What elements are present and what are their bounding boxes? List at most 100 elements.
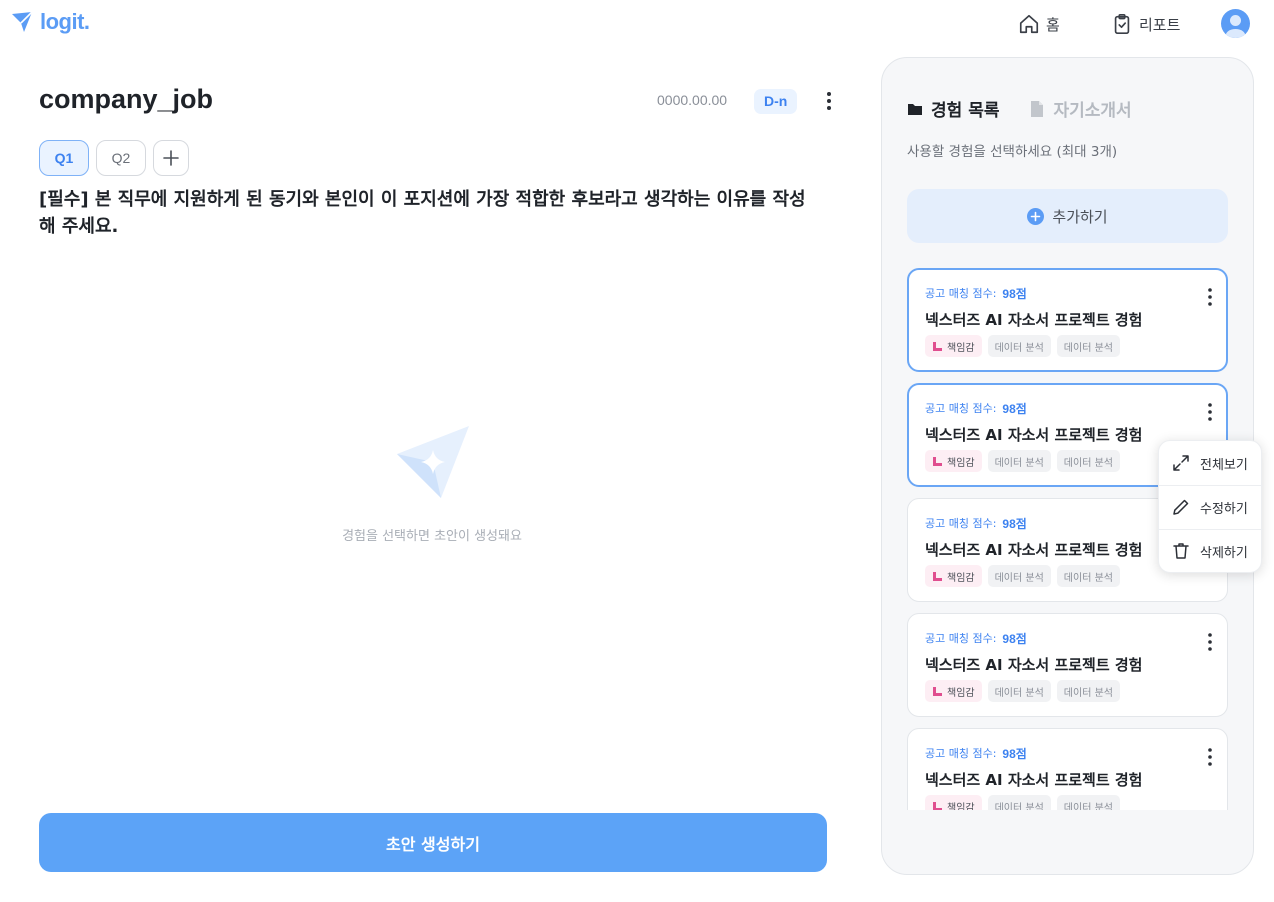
- bar-chart-icon: [933, 801, 942, 810]
- tag: 책임감: [925, 335, 982, 357]
- menu-item-label: 전체보기: [1200, 457, 1248, 473]
- tag-label: 책임감: [947, 572, 975, 584]
- logo-icon: [12, 11, 33, 32]
- tag-label: 책임감: [947, 342, 975, 354]
- match-score-value: 98점: [1002, 747, 1027, 761]
- nav-report-label: 리포트: [1139, 15, 1181, 34]
- match-score-label: 공고 매칭 점수:: [925, 632, 997, 645]
- empty-state-text: 경험을 선택하면 초안이 생성돼요: [342, 529, 522, 544]
- tag: 데이터 분석: [987, 565, 1051, 587]
- logo[interactable]: logit.: [10, 9, 90, 35]
- experience-title: 넥스터즈 AI 자소서 프로젝트 경험: [925, 541, 1143, 559]
- tag: 데이터 분석: [1056, 335, 1120, 357]
- bar-chart-icon: [933, 571, 942, 581]
- add-question-button[interactable]: [153, 140, 189, 176]
- folder-icon: [908, 103, 922, 115]
- tag-list: 책임감 데이터 분석 데이터 분석: [925, 335, 1120, 357]
- add-experience-button[interactable]: 추가하기: [907, 189, 1228, 243]
- add-experience-label: 추가하기: [1052, 207, 1108, 226]
- menu-item-label: 수정하기: [1200, 501, 1248, 517]
- tag-list: 책임감 데이터 분석 데이터 분석: [925, 450, 1120, 472]
- tag: 책임감: [925, 565, 982, 587]
- menu-item-delete[interactable]: 삭제하기: [1159, 529, 1263, 573]
- tab-experience-label: 경험 목록: [931, 101, 1000, 121]
- panel-hint: 사용할 경험을 선택하세요 (최대 3개): [907, 144, 1118, 160]
- tag: 책임감: [925, 450, 982, 472]
- generate-draft-button[interactable]: 초안 생성하기: [39, 813, 827, 872]
- paper-plane-icon: [397, 426, 469, 498]
- dday-badge: D-n: [754, 89, 798, 114]
- panel-tabs: 경험 목록 자기소개서: [907, 96, 1132, 121]
- tag: 데이터 분석: [987, 335, 1051, 357]
- tag-list: 책임감 데이터 분석 데이터 분석: [925, 795, 1120, 810]
- clipboard-check-icon: [1114, 14, 1130, 34]
- bar-chart-icon: [933, 341, 942, 351]
- kebab-icon: [827, 92, 831, 110]
- match-score-value: 98점: [1002, 517, 1027, 531]
- experience-card[interactable]: 공고 매칭 점수: 98점 넥스터즈 AI 자소서 프로젝트 경험 책임감 데이…: [907, 728, 1228, 810]
- tab-experience-list[interactable]: 경험 목록: [907, 96, 999, 121]
- match-score-label: 공고 매칭 점수:: [925, 402, 997, 415]
- expand-icon: [1173, 455, 1189, 471]
- top-bar: logit. 홈 리포트: [0, 0, 1274, 46]
- pencil-icon: [1173, 499, 1189, 515]
- home-icon: [1019, 14, 1039, 34]
- experience-title: 넥스터즈 AI 자소서 프로젝트 경험: [925, 311, 1143, 329]
- menu-item-view-all[interactable]: 전체보기: [1159, 441, 1263, 485]
- tab-q2[interactable]: Q2: [96, 140, 146, 176]
- nav-home-label: 홈: [1046, 15, 1060, 34]
- plus-circle-icon: [1027, 207, 1045, 225]
- trash-icon: [1173, 543, 1189, 559]
- tag: 데이터 분석: [1056, 450, 1120, 472]
- bar-chart-icon: [933, 456, 942, 466]
- match-score-label: 공고 매칭 점수:: [925, 517, 997, 530]
- question-tabs: Q1 Q2: [39, 140, 189, 176]
- bar-chart-icon: [933, 686, 942, 696]
- match-score-label: 공고 매칭 점수:: [925, 287, 997, 300]
- document-icon: [1031, 100, 1044, 117]
- avatar[interactable]: [1221, 9, 1250, 38]
- tab-cover-letter[interactable]: 자기소개서: [1029, 96, 1132, 121]
- menu-item-edit[interactable]: 수정하기: [1159, 485, 1263, 529]
- tag-label: 책임감: [947, 687, 975, 699]
- tab-cover-letter-label: 자기소개서: [1053, 101, 1132, 121]
- match-score: 공고 매칭 점수: 98점: [925, 400, 1027, 417]
- match-score: 공고 매칭 점수: 98점: [925, 285, 1027, 302]
- tag-label: 책임감: [947, 457, 975, 469]
- question-text: [필수] 본 직무에 지원하게 된 동기와 본인이 이 포지션에 가장 적합한 …: [39, 189, 806, 237]
- plus-icon: [163, 150, 179, 166]
- card-menu-icon[interactable]: [1201, 747, 1219, 767]
- nav-home[interactable]: 홈: [1018, 13, 1060, 35]
- match-score-value: 98점: [1002, 402, 1027, 416]
- tag: 데이터 분석: [987, 795, 1051, 810]
- tag: 데이터 분석: [987, 450, 1051, 472]
- page-title: company_job: [39, 84, 214, 114]
- match-score: 공고 매칭 점수: 98점: [925, 515, 1027, 532]
- experience-title: 넥스터즈 AI 자소서 프로젝트 경험: [925, 656, 1143, 674]
- experience-card[interactable]: 공고 매칭 점수: 98점 넥스터즈 AI 자소서 프로젝트 경험 책임감 데이…: [907, 268, 1228, 372]
- experience-card[interactable]: 공고 매칭 점수: 98점 넥스터즈 AI 자소서 프로젝트 경험 책임감 데이…: [907, 613, 1228, 717]
- tag: 데이터 분석: [1056, 565, 1120, 587]
- match-score-value: 98점: [1002, 632, 1027, 646]
- card-menu-icon[interactable]: [1201, 402, 1219, 422]
- card-context-menu: 전체보기 수정하기 삭제하기: [1158, 440, 1263, 573]
- tag: 책임감: [925, 680, 982, 702]
- nav-report[interactable]: 리포트: [1111, 13, 1180, 35]
- tag-label: 책임감: [947, 802, 975, 811]
- tab-q1[interactable]: Q1: [39, 140, 89, 176]
- match-score-value: 98점: [1002, 287, 1027, 301]
- tag-list: 책임감 데이터 분석 데이터 분석: [925, 680, 1120, 702]
- deadline-date: 0000.00.00: [657, 92, 728, 108]
- match-score-label: 공고 매칭 점수:: [925, 747, 997, 760]
- card-menu-icon[interactable]: [1201, 287, 1219, 307]
- card-menu-icon[interactable]: [1201, 632, 1219, 652]
- tag-list: 책임감 데이터 분석 데이터 분석: [925, 565, 1120, 587]
- experience-title: 넥스터즈 AI 자소서 프로젝트 경험: [925, 771, 1143, 789]
- tag: 데이터 분석: [987, 680, 1051, 702]
- tag: 데이터 분석: [1056, 680, 1120, 702]
- tag: 책임감: [925, 795, 982, 810]
- tag: 데이터 분석: [1056, 795, 1120, 810]
- more-options-button[interactable]: [818, 90, 840, 112]
- experience-title: 넥스터즈 AI 자소서 프로젝트 경험: [925, 426, 1143, 444]
- match-score: 공고 매칭 점수: 98점: [925, 630, 1027, 647]
